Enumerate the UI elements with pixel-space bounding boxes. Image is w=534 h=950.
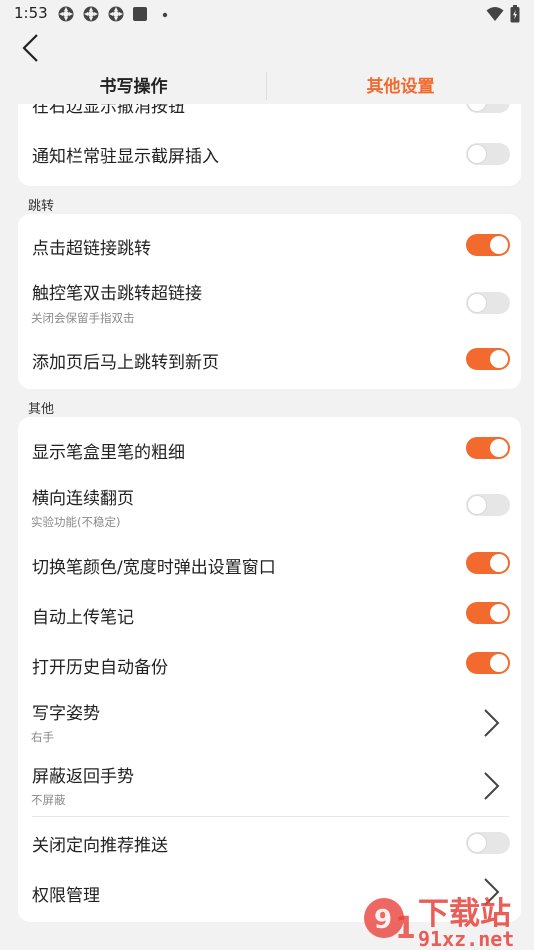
- settings-row-stylus-double-tap-hyperlink[interactable]: 触控笔双击跳转超链接 关闭会保留手指双击: [18, 266, 521, 336]
- settings-row-show-undo-button[interactable]: 在右边显示撤消按钮: [18, 104, 521, 128]
- toggle-switch[interactable]: [466, 652, 510, 674]
- toggle-knob: [490, 439, 508, 457]
- row-subtitle: 实验功能(不稳定): [31, 515, 121, 529]
- settings-row-disable-targeted-push[interactable]: 关闭定向推荐推送: [18, 817, 521, 869]
- settings-row-horizontal-continuous-page[interactable]: 横向连续翻页 实验功能(不稳定): [18, 477, 521, 542]
- watermark-domain: 91xz.net: [418, 927, 514, 950]
- row-title: 横向连续翻页: [32, 489, 134, 509]
- settings-card-jump: 点击超链接跳转 触控笔双击跳转超链接 关闭会保留手指双击 添加页后马上跳转到新页: [18, 214, 521, 389]
- settings-row-jump-to-new-page[interactable]: 添加页后马上跳转到新页: [18, 336, 521, 389]
- row-title: 点击超链接跳转: [32, 239, 151, 259]
- top-bar: [0, 28, 534, 72]
- toggle-knob: [468, 145, 486, 163]
- toggle-knob: [490, 236, 508, 254]
- tab-other-settings[interactable]: 其他设置: [267, 72, 534, 102]
- back-button[interactable]: [12, 30, 48, 66]
- row-subtitle: 右手: [31, 730, 54, 744]
- toggle-knob: [468, 104, 486, 111]
- toggle-switch[interactable]: [466, 292, 510, 314]
- dot-icon: [162, 12, 168, 18]
- tab-writing-operations[interactable]: 书写操作: [0, 72, 267, 102]
- status-time: 1:53: [14, 4, 48, 22]
- app-icon: [108, 6, 124, 22]
- chevron-right-icon: [484, 709, 500, 737]
- settings-row-click-hyperlink-jump[interactable]: 点击超链接跳转: [18, 214, 521, 266]
- settings-row-auto-history-backup[interactable]: 打开历史自动备份: [18, 642, 521, 692]
- chevron-left-icon: [22, 34, 38, 62]
- settings-list[interactable]: 在右边显示撤消按钮 通知栏常驻显示截屏插入 跳转 点击超链接跳转 触控笔双击跳转…: [0, 104, 534, 950]
- row-title: 在右边显示撤消按钮: [32, 104, 185, 117]
- toggle-switch[interactable]: [466, 602, 510, 624]
- toggle-knob: [468, 834, 486, 852]
- settings-row-auto-upload-notes[interactable]: 自动上传笔记: [18, 592, 521, 642]
- row-title: 屏蔽返回手势: [32, 767, 134, 787]
- toggle-knob: [490, 604, 508, 622]
- row-title: 自动上传笔记: [32, 608, 134, 628]
- toggle-switch[interactable]: [466, 234, 510, 256]
- section-label-other: 其他: [28, 402, 55, 417]
- square-icon: [133, 7, 147, 21]
- toggle-switch[interactable]: [466, 494, 510, 516]
- app-icon: [58, 6, 74, 22]
- tab-bar: 书写操作 其他设置: [0, 72, 534, 104]
- settings-card-other: 显示笔盒里笔的粗细 横向连续翻页 实验功能(不稳定) 切换笔颜色/宽度时弹出设置…: [18, 417, 521, 922]
- toggle-knob: [468, 496, 486, 514]
- settings-row-screenshot-insert-notification[interactable]: 通知栏常驻显示截屏插入: [18, 128, 521, 180]
- settings-row-show-pen-thickness[interactable]: 显示笔盒里笔的粗细: [18, 417, 521, 477]
- chevron-right-icon: [484, 772, 500, 800]
- section-label-jump: 跳转: [28, 199, 55, 214]
- battery-icon: [510, 5, 520, 23]
- settings-card-general: 在右边显示撤消按钮 通知栏常驻显示截屏插入: [18, 104, 521, 186]
- toggle-knob: [490, 654, 508, 672]
- wifi-icon: [486, 7, 504, 21]
- settings-row-popup-on-pen-change[interactable]: 切换笔颜色/宽度时弹出设置窗口: [18, 542, 521, 592]
- watermark-logo: 9 1 下载站 91xz.net: [364, 896, 514, 950]
- toggle-switch[interactable]: [466, 143, 510, 165]
- toggle-switch[interactable]: [466, 832, 510, 854]
- row-title: 通知栏常驻显示截屏插入: [32, 147, 219, 167]
- watermark: 9 1 下载站 91xz.net: [360, 888, 532, 950]
- row-title: 添加页后马上跳转到新页: [32, 353, 219, 373]
- row-title: 触控笔双击跳转超链接: [32, 284, 202, 304]
- settings-row-block-back-gesture[interactable]: 屏蔽返回手势 不屏蔽: [18, 755, 521, 818]
- status-bar: 1:53: [0, 0, 534, 28]
- row-title: 权限管理: [32, 886, 100, 906]
- toggle-switch[interactable]: [466, 104, 510, 113]
- toggle-knob: [468, 294, 486, 312]
- row-title: 关闭定向推荐推送: [32, 836, 168, 856]
- row-title: 打开历史自动备份: [32, 658, 168, 678]
- toggle-switch[interactable]: [466, 437, 510, 459]
- row-subtitle: 关闭会保留手指双击: [31, 311, 135, 325]
- app-icon: [83, 6, 99, 22]
- svg-text:1: 1: [395, 911, 416, 946]
- toggle-switch[interactable]: [466, 552, 510, 574]
- toggle-switch[interactable]: [466, 348, 510, 370]
- svg-text:9: 9: [374, 905, 392, 935]
- row-title: 显示笔盒里笔的粗细: [32, 443, 185, 463]
- settings-row-writing-posture[interactable]: 写字姿势 右手: [18, 692, 521, 755]
- row-subtitle: 不屏蔽: [31, 793, 66, 807]
- row-title: 切换笔颜色/宽度时弹出设置窗口: [32, 558, 276, 578]
- row-title: 写字姿势: [32, 704, 100, 724]
- toggle-knob: [490, 554, 508, 572]
- toggle-knob: [490, 350, 508, 368]
